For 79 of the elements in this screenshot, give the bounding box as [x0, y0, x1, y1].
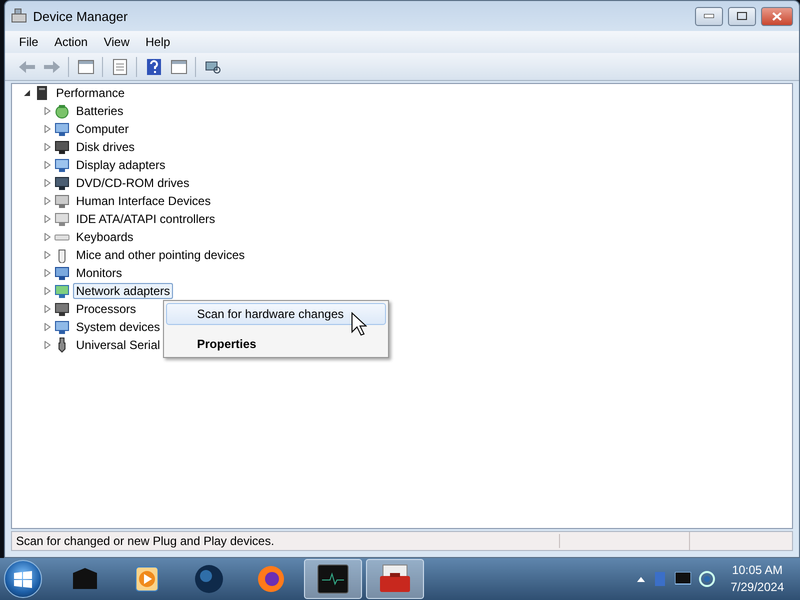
- monitor-icon: [54, 265, 70, 281]
- tree-item[interactable]: Keyboards: [73, 229, 136, 245]
- expand-arrow-icon[interactable]: [44, 251, 50, 259]
- status-text: Scan for changed or new Plug and Play devices.: [12, 534, 560, 548]
- menu-item[interactable]: Properties: [166, 333, 386, 355]
- globe-icon: [194, 564, 224, 594]
- tree-item[interactable]: System devices: [73, 319, 164, 335]
- expand-arrow-icon[interactable]: [44, 197, 50, 205]
- device-manager-icon: [11, 8, 27, 24]
- collapse-arrow-icon[interactable]: [24, 89, 30, 97]
- window-title: Device Manager: [33, 8, 128, 24]
- network-icon[interactable]: [698, 571, 715, 587]
- expand-arrow-icon[interactable]: [44, 233, 50, 241]
- menu-item[interactable]: View: [96, 35, 138, 49]
- windows-logo-icon: [13, 570, 33, 588]
- input-device-icon: [54, 193, 70, 209]
- optical-drive-icon: [54, 175, 70, 191]
- taskbar-button[interactable]: [304, 559, 362, 599]
- tree-item[interactable]: Mice and other pointing devices: [73, 247, 248, 263]
- maximize-icon: [737, 12, 747, 20]
- processor-icon: [54, 301, 70, 317]
- back-arrow-icon: [18, 60, 36, 74]
- tree-item[interactable]: IDE ATA/ATAPI controllers: [73, 211, 218, 227]
- expand-arrow-icon[interactable]: [44, 107, 50, 115]
- clock[interactable]: 10:05 AM 7/29/2024: [730, 562, 784, 596]
- tree-item[interactable]: DVD/CD-ROM drives: [73, 175, 192, 191]
- close-button[interactable]: [761, 6, 793, 26]
- clock-time: 10:05 AM: [732, 562, 783, 579]
- tree-item[interactable]: Universal Serial: [73, 337, 164, 353]
- expand-arrow-icon[interactable]: [44, 305, 50, 313]
- disk-drive-icon: [54, 139, 70, 155]
- clock-date: 7/29/2024: [730, 579, 784, 596]
- tree-item[interactable]: Disk drives: [73, 139, 138, 155]
- expand-arrow-icon[interactable]: [44, 269, 50, 277]
- show-hidden-icons-icon[interactable]: [636, 576, 645, 582]
- mouse-pointer-icon: [351, 312, 367, 336]
- computer-search-icon: [204, 58, 220, 74]
- menu-item[interactable]: Scan for hardware changes: [166, 303, 386, 325]
- panel-icon: [170, 60, 186, 74]
- forward-arrow-icon: [42, 60, 60, 74]
- minimize-button[interactable]: [695, 6, 723, 26]
- tree-item[interactable]: Performance: [53, 85, 128, 101]
- tree-item[interactable]: Network adapters: [73, 283, 174, 299]
- panel-icon: [78, 60, 94, 74]
- monitor-icon: [317, 564, 349, 594]
- expand-arrow-icon[interactable]: [44, 161, 50, 169]
- minimize-icon: [704, 14, 714, 18]
- close-icon: [772, 12, 782, 20]
- browser-icon: [256, 564, 286, 594]
- tree-item[interactable]: Batteries: [73, 103, 126, 119]
- network-icon: [54, 283, 70, 299]
- tree-item[interactable]: Display adapters: [73, 157, 168, 173]
- expand-arrow-icon[interactable]: [44, 125, 50, 133]
- menu-item[interactable]: Action: [46, 35, 96, 49]
- tree-item[interactable]: Monitors: [73, 265, 126, 281]
- display-adapter-icon: [54, 157, 70, 173]
- controller-icon: [54, 211, 70, 227]
- computer-icon: [34, 85, 50, 101]
- menu-item[interactable]: File: [11, 35, 46, 49]
- toolbox-icon: [378, 564, 412, 594]
- battery-icon: [54, 103, 70, 119]
- help-icon: [146, 58, 160, 74]
- expand-arrow-icon[interactable]: [44, 179, 50, 187]
- expand-arrow-icon[interactable]: [44, 215, 50, 223]
- maximize-button[interactable]: [728, 6, 756, 26]
- computer-icon: [54, 319, 70, 335]
- expand-arrow-icon[interactable]: [44, 143, 50, 151]
- menu-item[interactable]: Help: [138, 35, 178, 49]
- expand-arrow-icon[interactable]: [44, 323, 50, 331]
- tree-item[interactable]: Computer: [73, 121, 132, 137]
- document-icon: [112, 58, 126, 74]
- computer-icon: [54, 121, 70, 137]
- tree-item[interactable]: Processors: [73, 301, 140, 317]
- expand-arrow-icon[interactable]: [44, 341, 50, 349]
- display-icon[interactable]: [674, 572, 691, 586]
- media-player-icon: [135, 566, 159, 592]
- start-button[interactable]: [4, 560, 42, 598]
- tree-item[interactable]: Human Interface Devices: [73, 193, 214, 209]
- expand-arrow-icon[interactable]: [44, 287, 50, 295]
